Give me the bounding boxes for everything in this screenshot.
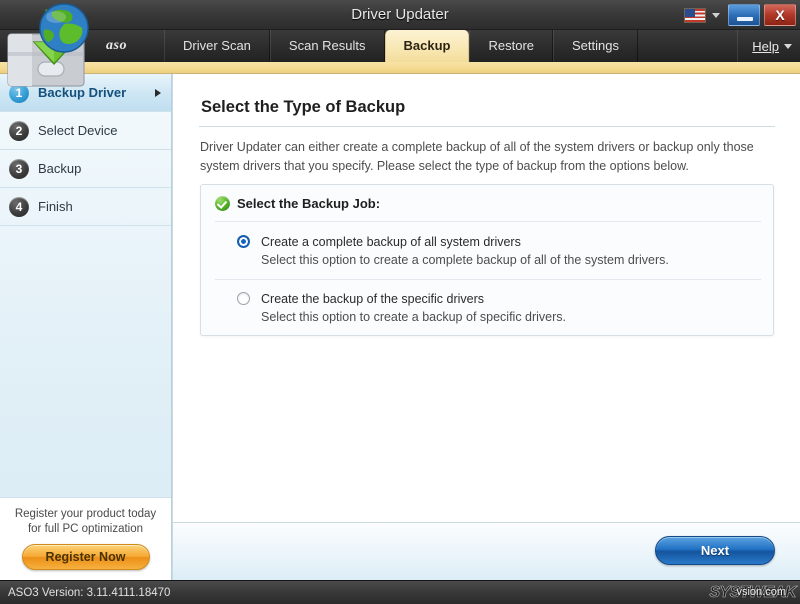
window-title: Driver Updater bbox=[0, 0, 800, 30]
brand-label: aso bbox=[106, 30, 127, 62]
backup-job-panel: Select the Backup Job: Create a complete… bbox=[200, 184, 774, 336]
sidebar-step-backup[interactable]: 3 Backup bbox=[0, 150, 171, 188]
watermark-sub: vsion.com bbox=[736, 586, 786, 598]
language-chevron-down-icon[interactable] bbox=[712, 13, 720, 18]
register-now-button[interactable]: Register Now bbox=[22, 544, 150, 570]
step-number-2: 2 bbox=[9, 121, 29, 141]
status-bar: ASO3 Version: 3.11.4111.18470 SYSTWEAK v… bbox=[0, 580, 800, 604]
intro-text: Driver Updater can either create a compl… bbox=[200, 138, 776, 176]
tab-list: Driver Scan Scan Results Backup Restore … bbox=[164, 30, 638, 62]
help-menu[interactable]: Help bbox=[737, 30, 792, 62]
register-promo-line-1: Register your product today bbox=[0, 507, 171, 522]
sidebar-step-backup-driver[interactable]: 1 Backup Driver bbox=[0, 74, 171, 112]
radio-specific-backup[interactable] bbox=[237, 292, 250, 305]
option-complete-backup[interactable]: Create a complete backup of all system d… bbox=[237, 233, 669, 269]
tab-backup[interactable]: Backup bbox=[385, 30, 470, 62]
step-label-select-device: Select Device bbox=[38, 123, 117, 138]
step-number-4: 4 bbox=[9, 197, 29, 217]
option-specific-backup-desc: Select this option to create a backup of… bbox=[261, 310, 566, 324]
option-specific-backup[interactable]: Create the backup of the specific driver… bbox=[237, 290, 566, 326]
tab-scan-results[interactable]: Scan Results bbox=[270, 30, 385, 62]
register-promo-line-2: for full PC optimization bbox=[0, 522, 171, 537]
tab-settings[interactable]: Settings bbox=[553, 30, 638, 62]
title-bar: Driver Updater X bbox=[0, 0, 800, 30]
help-link[interactable]: Help bbox=[752, 39, 779, 54]
sidebar: 1 Backup Driver 2 Select Device 3 Backup… bbox=[0, 74, 172, 580]
option-specific-backup-text: Create the backup of the specific driver… bbox=[261, 290, 566, 326]
panel-divider-top bbox=[215, 221, 761, 222]
step-number-1: 1 bbox=[9, 83, 29, 103]
backup-job-header-label: Select the Backup Job: bbox=[237, 196, 380, 211]
radio-complete-backup[interactable] bbox=[237, 235, 250, 248]
title-divider bbox=[199, 126, 775, 127]
version-text: ASO3 Version: 3.11.4111.18470 bbox=[8, 581, 170, 604]
option-specific-backup-title: Create the backup of the specific driver… bbox=[261, 292, 484, 306]
panel-divider-middle bbox=[215, 279, 761, 280]
minimize-button[interactable] bbox=[728, 4, 760, 26]
register-promo: Register your product today for full PC … bbox=[0, 497, 171, 580]
green-check-icon bbox=[215, 196, 230, 211]
option-complete-backup-desc: Select this option to create a complete … bbox=[261, 253, 669, 267]
next-button[interactable]: Next bbox=[655, 536, 775, 565]
option-complete-backup-title: Create a complete backup of all system d… bbox=[261, 235, 521, 249]
help-chevron-down-icon[interactable] bbox=[784, 44, 792, 49]
accent-strip bbox=[0, 62, 800, 74]
tab-restore[interactable]: Restore bbox=[469, 30, 553, 62]
step-label-finish: Finish bbox=[38, 199, 73, 214]
page-title: Select the Type of Backup bbox=[201, 98, 405, 117]
chevron-right-icon bbox=[155, 89, 161, 97]
main-content: Select the Type of Backup Driver Updater… bbox=[172, 74, 800, 580]
tab-bar: aso Driver Scan Scan Results Backup Rest… bbox=[0, 30, 800, 62]
us-flag-icon[interactable] bbox=[684, 8, 706, 23]
tab-driver-scan[interactable]: Driver Scan bbox=[164, 30, 270, 62]
step-label-backup-driver: Backup Driver bbox=[38, 85, 126, 100]
close-button[interactable]: X bbox=[764, 4, 796, 26]
sidebar-step-select-device[interactable]: 2 Select Device bbox=[0, 112, 171, 150]
backup-job-header: Select the Backup Job: bbox=[215, 196, 380, 211]
step-label-backup: Backup bbox=[38, 161, 81, 176]
application-window: Driver Updater X aso Driver Scan Scan Re… bbox=[0, 0, 800, 604]
title-bar-controls: X bbox=[684, 2, 796, 28]
content-footer: Next bbox=[173, 523, 800, 580]
option-complete-backup-text: Create a complete backup of all system d… bbox=[261, 233, 669, 269]
step-number-3: 3 bbox=[9, 159, 29, 179]
sidebar-step-finish[interactable]: 4 Finish bbox=[0, 188, 171, 226]
